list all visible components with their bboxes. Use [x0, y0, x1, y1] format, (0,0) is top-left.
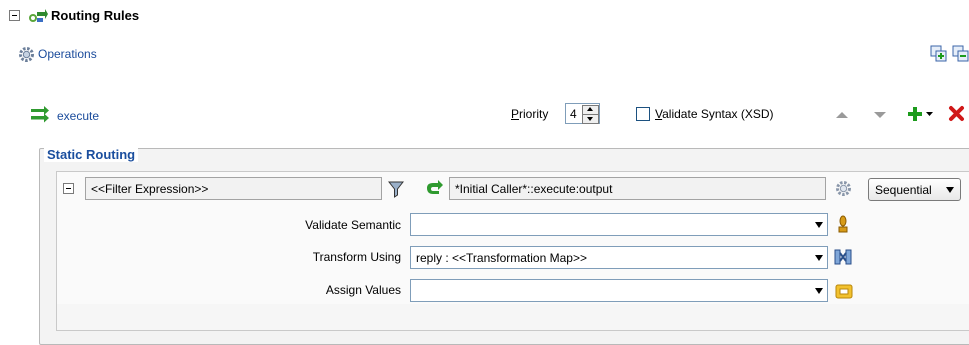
execution-mode-arrow-icon [946, 187, 954, 193]
execution-mode-select[interactable]: Sequential [868, 178, 961, 201]
priority-label-text: riority [519, 107, 549, 121]
assign-values-combo[interactable] [410, 279, 828, 302]
transform-using-label: Transform Using [312, 250, 401, 264]
schematron-icon[interactable] [836, 214, 850, 234]
route-name-link[interactable]: execute [57, 109, 99, 123]
assign-values-label: Assign Values [325, 283, 401, 297]
transform-using-value: reply : <<Transformation Map>> [416, 251, 587, 265]
expand-all-icon[interactable] [930, 45, 948, 63]
move-up-icon[interactable] [835, 110, 849, 120]
validate-syntax-text: alidate Syntax (XSD) [662, 107, 774, 121]
transformation-map-icon[interactable] [834, 248, 852, 266]
execution-mode-value: Sequential [875, 183, 932, 197]
assign-values-icon[interactable] [835, 282, 853, 300]
validate-semantic-label: Validate Semantic [305, 218, 401, 232]
priority-decrement-button[interactable] [582, 114, 599, 124]
delete-route-icon[interactable] [948, 105, 965, 122]
priority-spinner[interactable]: 4 [565, 103, 600, 124]
validate-semantic-combo[interactable] [410, 213, 828, 236]
collapse-rule-button[interactable] [63, 183, 74, 194]
move-down-icon[interactable] [873, 110, 887, 120]
static-routing-footer [56, 304, 969, 331]
collapse-all-icon[interactable] [952, 45, 969, 63]
priority-value[interactable]: 4 [570, 107, 577, 121]
target-service-field[interactable]: *Initial Caller*::execute:output [449, 177, 826, 200]
add-route-icon[interactable] [906, 105, 924, 123]
validate-syntax-checkbox[interactable] [636, 107, 650, 121]
operations-link[interactable]: Operations [38, 47, 97, 61]
collapse-routing-rules-button[interactable] [9, 10, 20, 21]
priority-label: Priority [511, 107, 548, 121]
transform-using-combo[interactable]: reply : <<Transformation Map>> [410, 246, 828, 269]
validate-semantic-arrow-icon [815, 222, 823, 228]
route-icon [31, 106, 49, 123]
filter-expression-field[interactable]: <<Filter Expression>> [85, 177, 382, 200]
target-gear-icon[interactable] [835, 180, 852, 197]
add-dropdown-icon[interactable] [926, 112, 933, 117]
routing-rules-icon [29, 9, 48, 22]
assign-values-arrow-icon [815, 288, 823, 294]
transform-using-arrow-icon [815, 255, 823, 261]
static-routing-legend: Static Routing [44, 147, 139, 162]
route-target-icon [427, 180, 443, 194]
filter-icon[interactable] [388, 180, 404, 198]
priority-label-mnemonic: P [511, 107, 520, 121]
validate-syntax-label: Validate Syntax (XSD) [655, 107, 774, 121]
page-title: Routing Rules [51, 8, 140, 23]
operations-gear-icon [19, 47, 34, 62]
